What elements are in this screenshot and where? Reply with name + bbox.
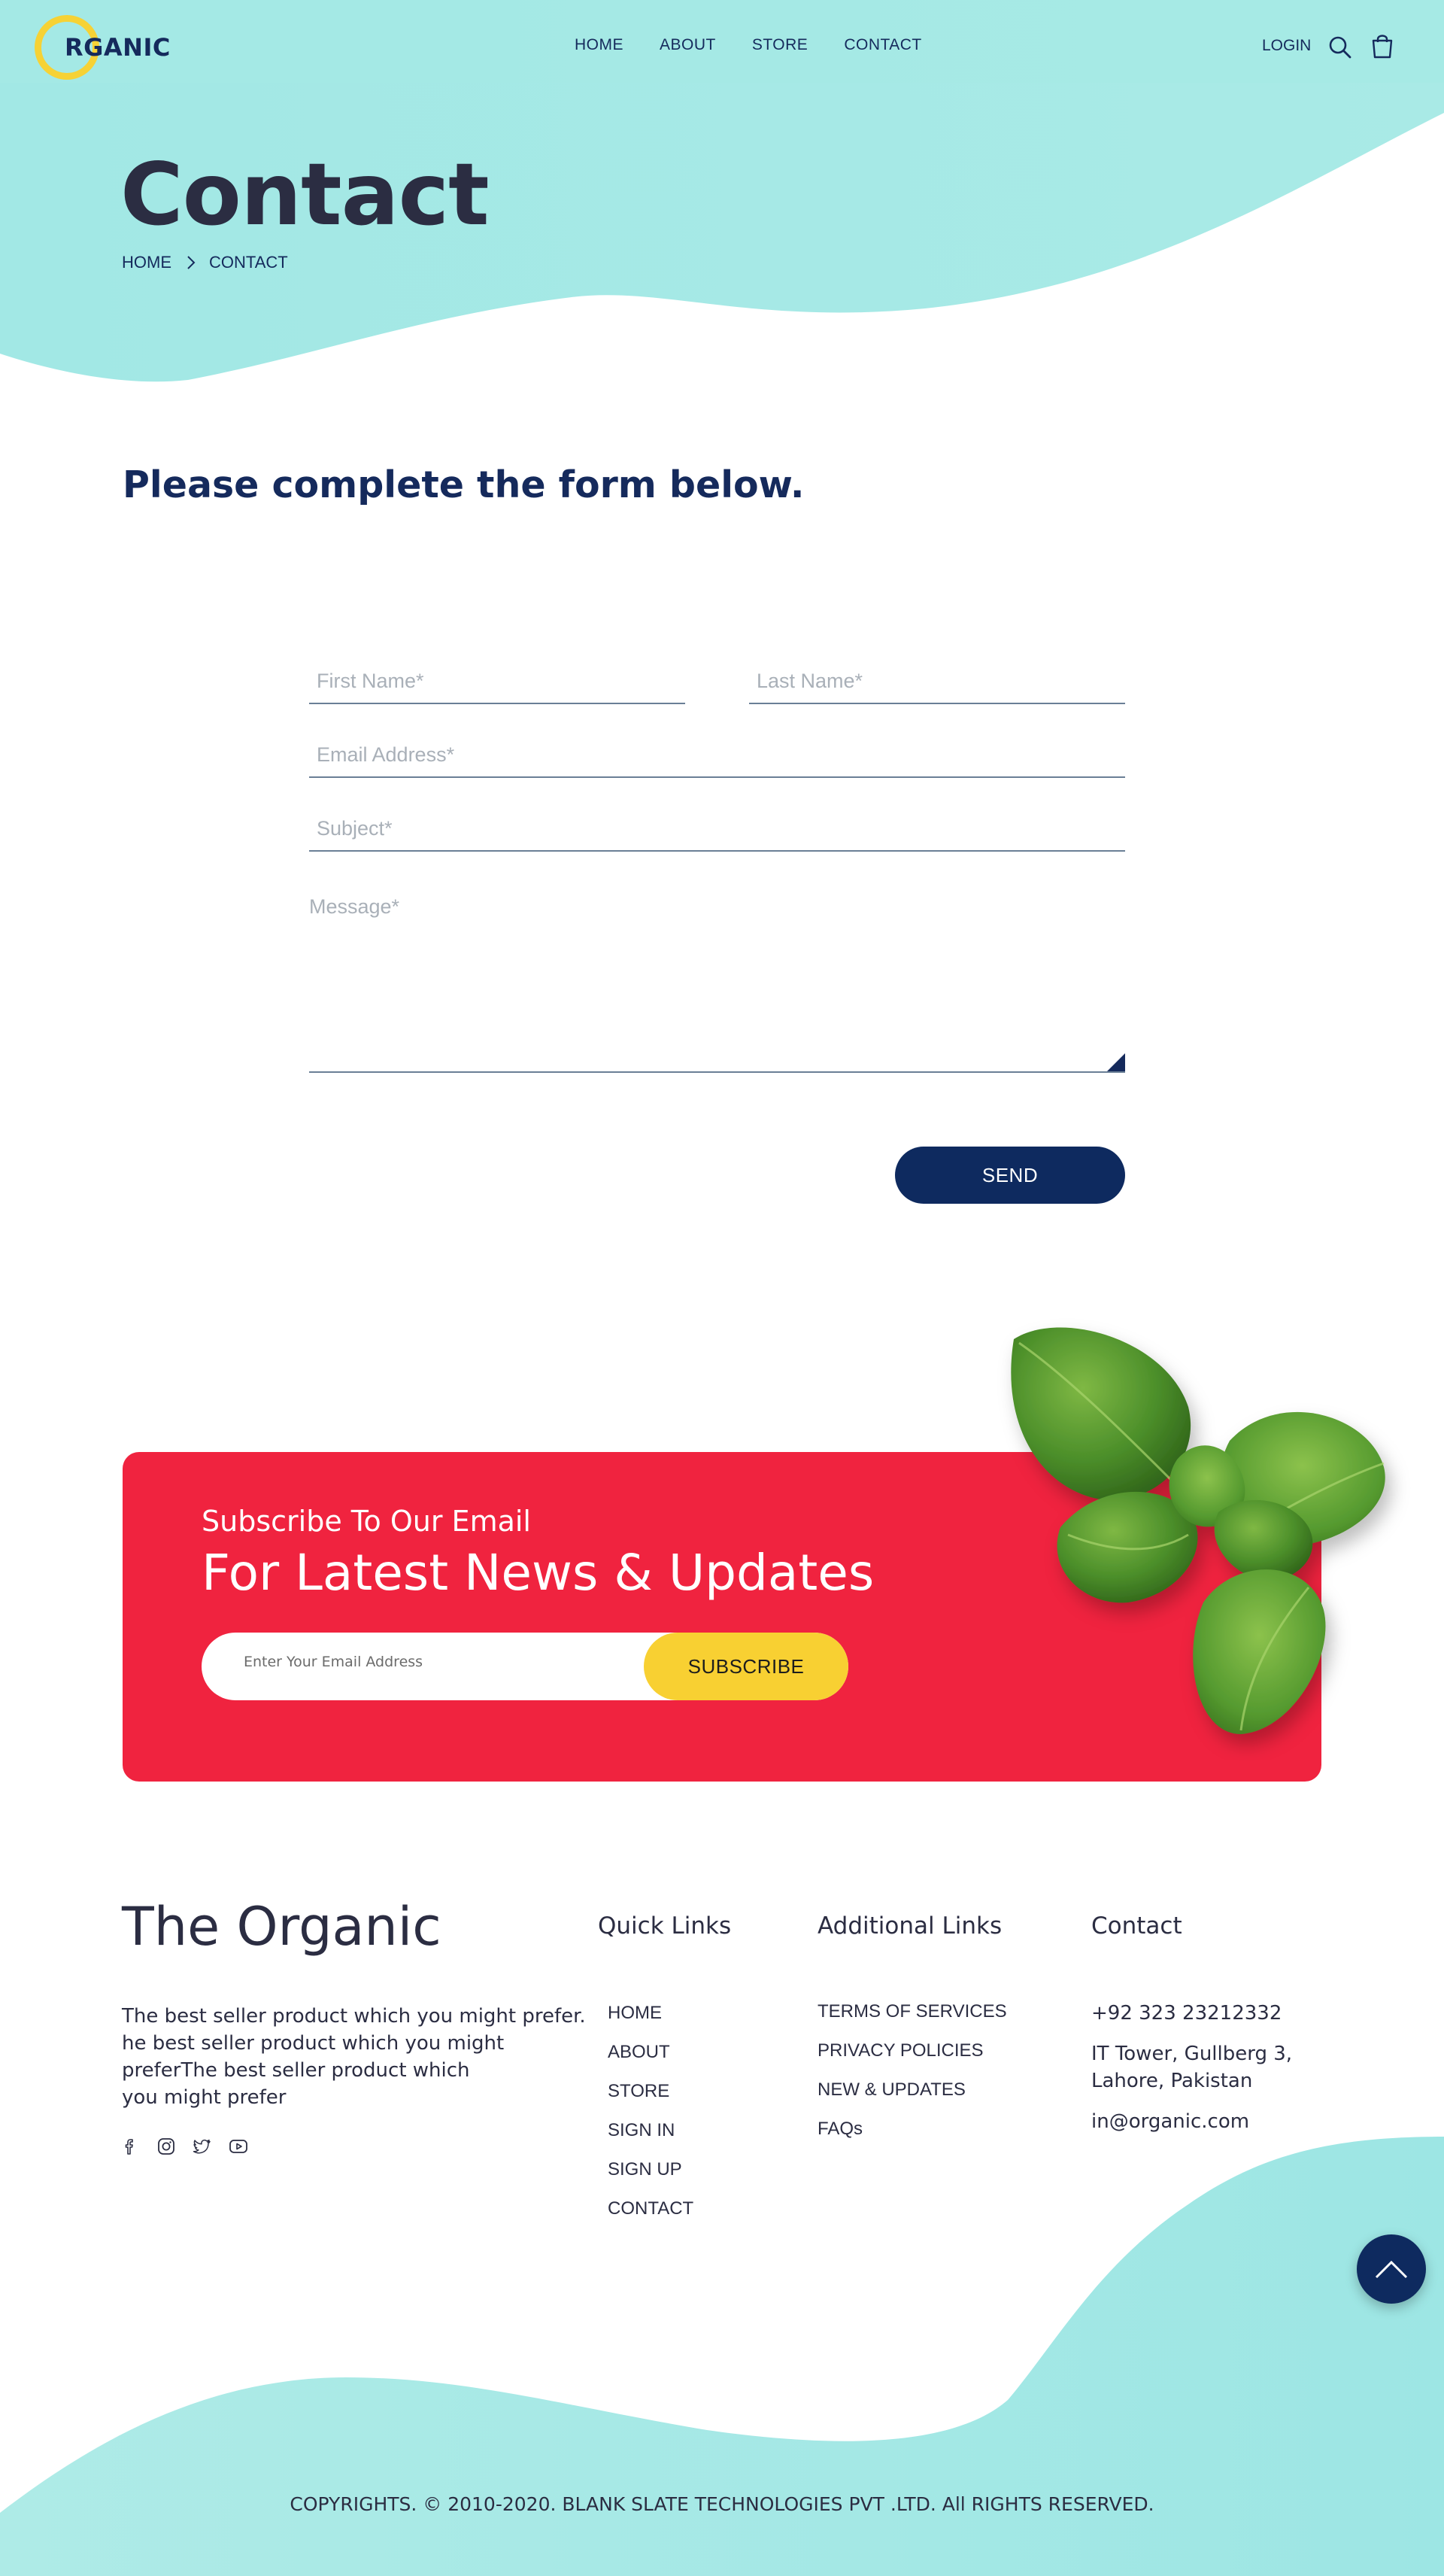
chevron-up-icon xyxy=(1375,2260,1408,2279)
quick-link-sign-up[interactable]: SIGN UP xyxy=(608,2159,693,2198)
page-title: Contact xyxy=(120,144,490,245)
login-link[interactable]: LOGIN xyxy=(1262,37,1311,55)
shopping-bag-icon[interactable] xyxy=(1370,33,1394,59)
footer-brand: The Organic xyxy=(122,1896,441,1958)
footer-description-line: preferThe best seller product which xyxy=(122,2059,470,2082)
resize-handle-icon[interactable] xyxy=(1107,1053,1125,1071)
social-links xyxy=(120,2137,248,2156)
first-name-input[interactable] xyxy=(309,670,685,693)
logo-text: RGANIC xyxy=(65,33,171,62)
youtube-icon[interactable] xyxy=(229,2137,248,2156)
additional-link-faqs[interactable]: FAQs xyxy=(818,2119,1007,2158)
first-name-field-wrapper xyxy=(309,670,685,704)
basil-leaves-image xyxy=(1011,1327,1385,1734)
breadcrumb-current: CONTACT xyxy=(209,253,288,272)
quick-link-about[interactable]: ABOUT xyxy=(608,2042,693,2081)
subject-input[interactable] xyxy=(309,817,1125,840)
quick-links-list: HOME ABOUT STORE SIGN IN SIGN UP CONTACT xyxy=(608,2003,693,2237)
nav-home[interactable]: HOME xyxy=(575,36,623,54)
breadcrumb: HOME CONTACT xyxy=(122,253,288,272)
twitter-icon[interactable] xyxy=(193,2137,212,2156)
brand-logo[interactable]: RGANIC xyxy=(35,15,170,80)
form-heading: Please complete the form below. xyxy=(123,463,805,506)
subject-field-wrapper xyxy=(309,817,1125,852)
footer-description-line: The best seller product which you might … xyxy=(122,2005,586,2028)
breadcrumb-home[interactable]: HOME xyxy=(122,253,171,272)
contact-phone[interactable]: +92 323 23212332 xyxy=(1091,2000,1362,2027)
chevron-right-icon xyxy=(187,256,196,269)
nav-about[interactable]: ABOUT xyxy=(660,36,716,54)
subscribe-button[interactable]: SUBSCRIBE xyxy=(644,1633,848,1700)
contact-email[interactable]: in@organic.com xyxy=(1091,2108,1362,2135)
message-textarea[interactable] xyxy=(309,895,1125,1061)
footer-description: The best seller product which you might … xyxy=(122,2003,586,2111)
contact-heading: Contact xyxy=(1091,1912,1182,1940)
subscribe-email-input[interactable] xyxy=(244,1654,635,1670)
quick-link-home[interactable]: HOME xyxy=(608,2003,693,2042)
send-button[interactable]: SEND xyxy=(895,1147,1125,1204)
additional-links-heading: Additional Links xyxy=(818,1912,1003,1940)
scroll-to-top-button[interactable] xyxy=(1357,2234,1426,2304)
instagram-icon[interactable] xyxy=(156,2137,176,2156)
main-nav: HOME ABOUT STORE CONTACT xyxy=(575,36,958,54)
additional-link-privacy[interactable]: PRIVACY POLICIES xyxy=(818,2040,1007,2079)
contact-address-line2: Lahore, Pakistan xyxy=(1091,2070,1253,2092)
quick-links-heading: Quick Links xyxy=(598,1912,732,1940)
quick-link-contact[interactable]: CONTACT xyxy=(608,2198,693,2237)
quick-link-sign-in[interactable]: SIGN IN xyxy=(608,2120,693,2159)
facebook-icon[interactable] xyxy=(120,2137,140,2156)
message-field-wrapper xyxy=(309,895,1125,1073)
footer-description-line: he best seller product which you might xyxy=(122,2032,505,2055)
email-field-wrapper xyxy=(309,743,1125,778)
email-input[interactable] xyxy=(309,743,1125,767)
nav-contact[interactable]: CONTACT xyxy=(844,36,921,54)
last-name-input[interactable] xyxy=(749,670,1125,693)
search-icon[interactable] xyxy=(1328,35,1352,60)
last-name-field-wrapper xyxy=(749,670,1125,704)
subscribe-form: SUBSCRIBE xyxy=(202,1633,848,1700)
nav-store[interactable]: STORE xyxy=(752,36,808,54)
subscribe-title: For Latest News & Updates xyxy=(202,1544,875,1602)
subscribe-subtitle: Subscribe To Our Email xyxy=(202,1505,531,1538)
copyright-text: COPYRIGHTS. © 2010-2020. BLANK SLATE TEC… xyxy=(290,2493,1154,2515)
contact-info: +92 323 23212332 IT Tower, Gullberg 3, L… xyxy=(1091,2000,1362,2135)
footer-description-line: you might prefer xyxy=(122,2086,287,2109)
additional-link-terms[interactable]: TERMS OF SERVICES xyxy=(818,2001,1007,2040)
additional-links-list: TERMS OF SERVICES PRIVACY POLICIES NEW &… xyxy=(818,2001,1007,2158)
additional-link-news[interactable]: NEW & UPDATES xyxy=(818,2079,1007,2119)
contact-address-line1: IT Tower, Gullberg 3, xyxy=(1091,2043,1293,2065)
quick-link-store[interactable]: STORE xyxy=(608,2081,693,2120)
